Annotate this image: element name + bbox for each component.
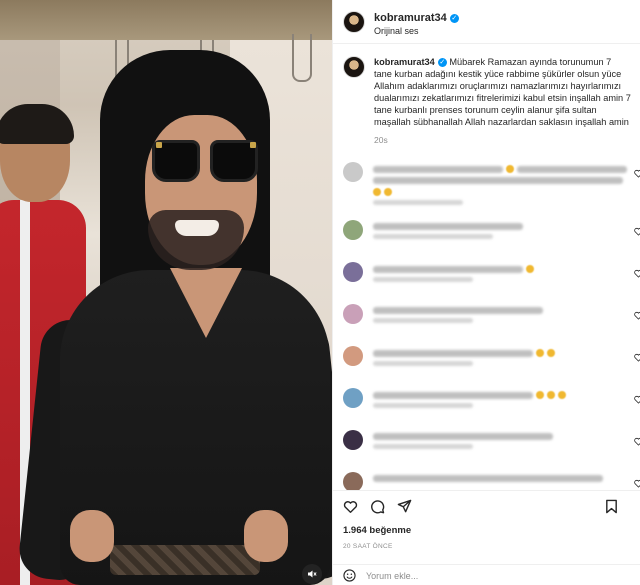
heart-icon[interactable] (634, 269, 640, 278)
verified-badge-icon: ✓ (437, 58, 447, 67)
heart-icon[interactable] (634, 311, 640, 320)
comment-item (333, 162, 640, 220)
comment-item (333, 304, 640, 346)
post-details-panel: kobramurat34 ✓ Orijinal ses kobramurat34 ✓… (332, 0, 640, 585)
avatar[interactable] (343, 10, 365, 33)
belt (110, 545, 260, 575)
sunglasses (152, 140, 260, 186)
avatar[interactable] (343, 388, 363, 408)
likes-count[interactable]: 1.964 beğenme (343, 525, 411, 536)
comment-icon[interactable] (370, 499, 385, 514)
avatar[interactable] (343, 346, 363, 366)
caption-text: Mübarek Ramazan ayında torunumun 7 tane … (374, 57, 631, 127)
comment-item (333, 262, 640, 304)
avatar[interactable] (343, 430, 363, 450)
post-caption: kobramurat34 ✓ Mübarek Ramazan ayında tor… (333, 44, 640, 146)
avatar[interactable] (343, 472, 363, 490)
avatar[interactable] (343, 304, 363, 324)
heart-icon[interactable] (634, 395, 640, 404)
avatar[interactable] (343, 162, 363, 182)
comment-item (333, 472, 640, 490)
post-header: kobramurat34 ✓ Orijinal ses (333, 0, 640, 44)
heart-icon[interactable] (634, 227, 640, 236)
share-icon[interactable] (397, 499, 412, 514)
comments-list[interactable]: kobramurat34 ✓ Mübarek Ramazan ayında tor… (333, 44, 640, 490)
post-time: 20 SAAT ÖNCE (343, 543, 393, 550)
ceiling-beam (0, 0, 332, 40)
avatar[interactable] (343, 220, 363, 240)
main-person (16, 40, 332, 585)
heart-icon[interactable] (634, 479, 640, 488)
add-comment-bar (333, 564, 640, 585)
post-actions: 1.964 beğenme 20 SAAT ÖNCE (333, 490, 640, 585)
volume-muted-icon[interactable] (302, 564, 322, 584)
verified-badge-icon: ✓ (449, 13, 459, 23)
comment-item (333, 430, 640, 472)
heart-icon[interactable] (634, 353, 640, 362)
comment-item (333, 388, 640, 430)
heart-icon[interactable] (634, 169, 640, 178)
heart-icon[interactable] (634, 437, 640, 446)
comment-item (333, 346, 640, 388)
audio-label[interactable]: Orijinal ses (374, 26, 459, 36)
username[interactable]: kobramurat34 (374, 12, 447, 24)
avatar[interactable] (343, 262, 363, 282)
caption-time: 20s (374, 135, 388, 145)
bookmark-icon[interactable] (604, 499, 619, 514)
heart-icon[interactable] (343, 499, 358, 514)
comment-item (333, 220, 640, 262)
emoji-icon[interactable] (343, 569, 356, 582)
avatar[interactable] (343, 56, 365, 78)
post-video[interactable] (0, 0, 332, 585)
caption-username[interactable]: kobramurat34 (374, 57, 435, 67)
comment-input[interactable] (366, 570, 566, 581)
